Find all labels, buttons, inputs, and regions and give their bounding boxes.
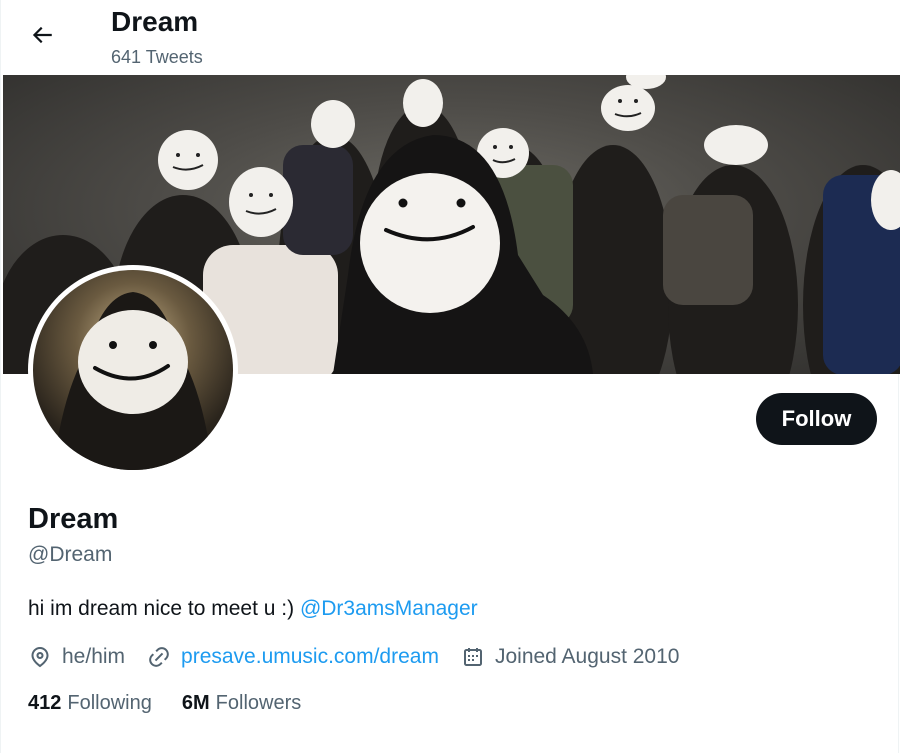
website-item: presave.umusic.com/dream — [147, 645, 439, 669]
following-link[interactable]: 412 Following — [28, 692, 152, 715]
back-button[interactable] — [23, 16, 61, 54]
profile-avatar[interactable] — [28, 265, 238, 475]
arrow-left-icon — [32, 26, 52, 44]
header-title: Dream — [111, 6, 199, 37]
follow-button[interactable]: Follow — [756, 393, 877, 445]
following-count: 412 — [28, 692, 62, 714]
followers-count: 6M — [181, 692, 210, 714]
profile-bio: hi im dream nice to meet u :) @Dr3amsMan… — [28, 596, 478, 622]
profile-header: Dream 641 Tweets — [1, 0, 900, 75]
location-pin-icon — [31, 647, 49, 668]
pronouns-item: he/him — [28, 645, 125, 669]
profile-meta: he/him presave.umusic.com/dream Joined A… — [28, 643, 701, 671]
bio-mention-link[interactable]: @Dr3amsManager — [300, 597, 478, 620]
followers-link[interactable]: 6M Followers — [182, 692, 301, 715]
website-link[interactable]: presave.umusic.com/dream — [181, 645, 439, 669]
calendar-icon — [463, 648, 482, 666]
followers-label: Followers — [215, 692, 302, 714]
avatar-image — [33, 270, 233, 470]
tweet-count: 641 Tweets — [111, 47, 203, 67]
profile-column: Dream 641 Tweets Follow Dream @Dream hi … — [0, 0, 900, 753]
profile-stats: 412 Following 6M Followers — [28, 692, 331, 715]
profile-name: Dream — [28, 503, 119, 535]
bio-text: hi im dream nice to meet u :) — [28, 597, 300, 620]
profile-handle: @Dream — [28, 543, 113, 566]
link-icon — [149, 647, 169, 667]
joined-item: Joined August 2010 — [461, 645, 680, 669]
following-label: Following — [67, 692, 152, 714]
pronouns-text: he/him — [62, 645, 126, 668]
joined-text: Joined August 2010 — [494, 645, 680, 668]
